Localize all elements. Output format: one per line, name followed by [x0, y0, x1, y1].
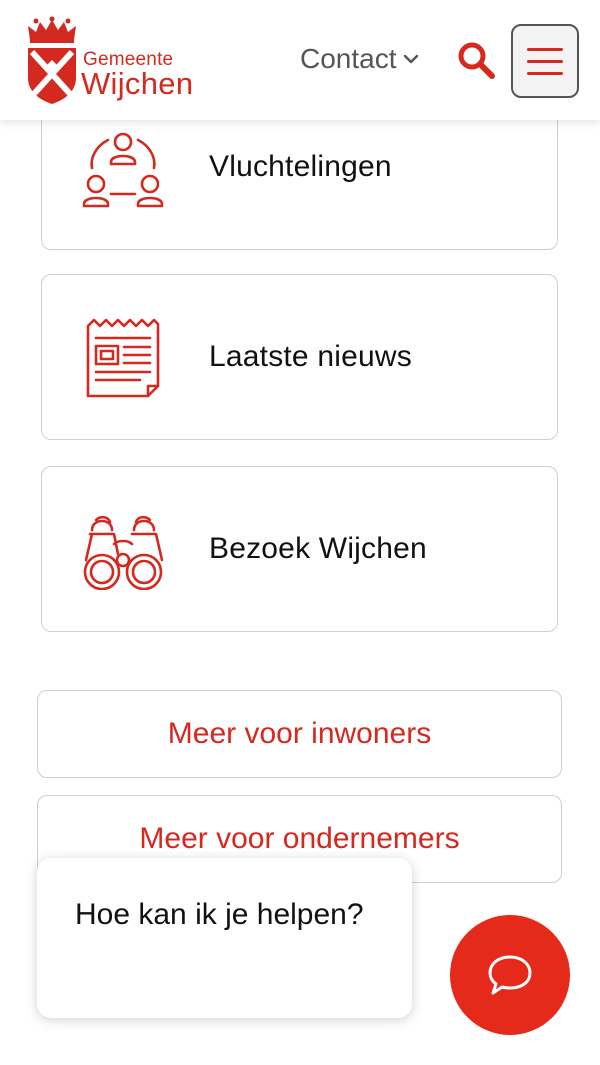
chat-open-button[interactable] — [450, 915, 570, 1035]
chat-prompt-text: Hoe kan ik je helpen? — [75, 898, 364, 931]
chevron-down-icon — [403, 54, 418, 64]
card-laatste-nieuws[interactable]: Laatste nieuws — [41, 274, 558, 440]
card-label: Laatste nieuws — [209, 340, 412, 373]
search-button[interactable] — [456, 41, 496, 81]
binoculars-icon — [78, 510, 168, 590]
refugees-icon — [78, 128, 168, 208]
chat-prompt-bubble[interactable]: Hoe kan ik je helpen? — [37, 858, 412, 1018]
brand-title: Wijchen — [81, 66, 194, 101]
menu-button[interactable] — [511, 24, 579, 98]
municipality-crest-logo[interactable] — [22, 16, 82, 106]
more-inwoners-button[interactable]: Meer voor inwoners — [37, 690, 562, 778]
site-header: Gemeente Wijchen Contact — [0, 0, 600, 120]
newspaper-icon — [78, 318, 168, 398]
contact-menu[interactable]: Contact — [300, 43, 419, 75]
contact-label: Contact — [300, 43, 397, 74]
chat-bubble-icon — [488, 955, 532, 995]
card-bezoek-wijchen[interactable]: Bezoek Wijchen — [41, 466, 558, 632]
card-label: Bezoek Wijchen — [209, 532, 427, 565]
search-icon — [458, 42, 495, 79]
